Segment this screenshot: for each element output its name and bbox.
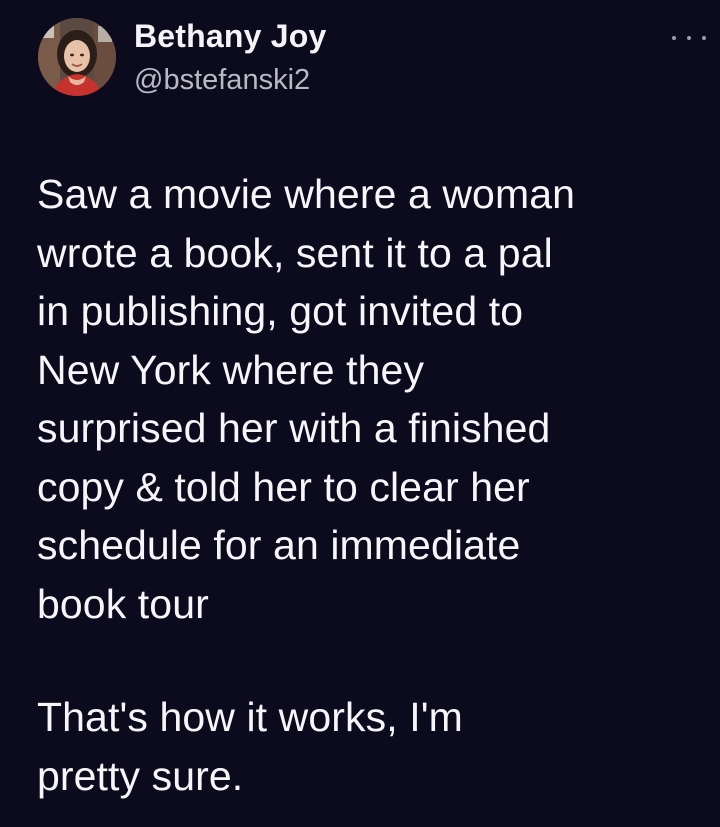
- more-dot: [687, 36, 691, 40]
- author-handle[interactable]: @bstefanski2: [134, 64, 310, 97]
- more-options-icon[interactable]: [672, 28, 706, 48]
- tweet-text-paragraph-1: Saw a movie where a woman wrote a book, …: [37, 171, 576, 627]
- avatar-photo-icon: [38, 18, 116, 96]
- author-display-name[interactable]: Bethany Joy: [134, 18, 326, 55]
- more-dot: [672, 36, 676, 40]
- avatar[interactable]: [38, 18, 116, 96]
- more-dot: [702, 36, 706, 40]
- tweet-text-paragraph-2: That's how it works, I'm pretty sure.: [37, 694, 463, 799]
- tweet-card: Bethany Joy @bstefanski2 Saw a movie whe…: [0, 0, 720, 827]
